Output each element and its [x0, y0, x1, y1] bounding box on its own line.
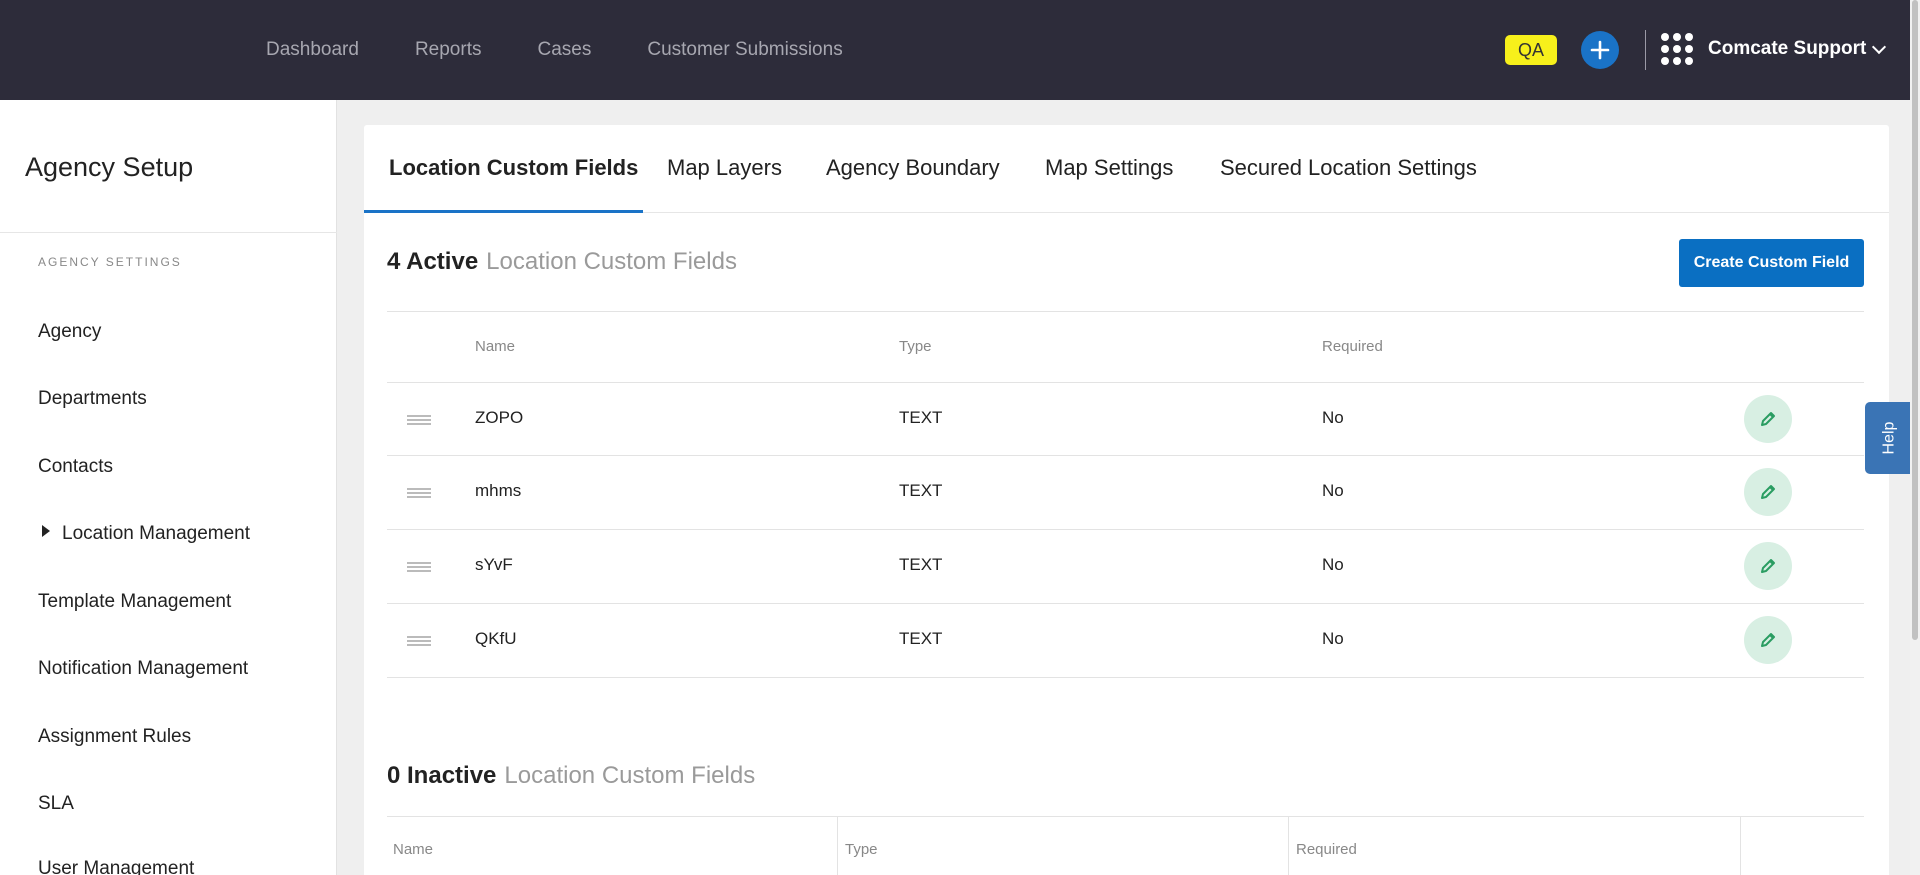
tab-secured-location-settings[interactable]: Secured Location Settings: [1220, 155, 1477, 181]
cell-name: sYvF: [475, 555, 513, 574]
edit-button[interactable]: [1744, 542, 1792, 590]
org-name: Comcate Support: [1708, 38, 1867, 59]
edit-button[interactable]: [1744, 395, 1792, 443]
sidebar-item-notification-management[interactable]: Notification Management: [38, 658, 248, 680]
column-header-name: Name: [475, 338, 516, 355]
nav-dashboard[interactable]: Dashboard: [266, 39, 359, 61]
column-divider: [1740, 817, 1741, 875]
edit-button[interactable]: [1744, 468, 1792, 516]
sidebar-divider: [0, 232, 337, 233]
sidebar-section-label: AGENCY SETTINGS: [38, 255, 182, 269]
cell-required: No: [1322, 629, 1344, 648]
table-top-border: [387, 311, 1864, 312]
cell-name: ZOPO: [475, 408, 524, 427]
table-row: ZOPO TEXT No: [387, 382, 1864, 456]
scrollbar-thumb[interactable]: [1912, 0, 1918, 640]
page-scrollbar[interactable]: [1910, 0, 1920, 875]
pencil-icon: [1761, 559, 1775, 573]
active-section-label: Location Custom Fields: [486, 248, 737, 275]
caret-right-icon: [42, 525, 50, 537]
inactive-section-heading: 0 Inactive Location Custom Fields: [387, 762, 755, 790]
inactive-count: 0 Inactive: [387, 762, 497, 789]
column-header-required: Required: [1322, 338, 1383, 355]
column-header-type: Type: [845, 841, 878, 858]
help-label: Help: [1880, 421, 1897, 455]
top-nav: Dashboard Reports Cases Customer Submiss…: [266, 0, 899, 100]
nav-customer-submissions[interactable]: Customer Submissions: [647, 39, 842, 61]
sidebar-item-template-management[interactable]: Template Management: [38, 591, 231, 613]
drag-handle-icon[interactable]: [407, 562, 431, 572]
tab-map-layers[interactable]: Map Layers: [667, 155, 782, 181]
column-divider: [837, 817, 838, 875]
apps-grid-icon[interactable]: [1661, 33, 1693, 65]
pencil-icon: [1761, 412, 1775, 426]
cell-required: No: [1322, 408, 1344, 427]
column-header-type: Type: [899, 338, 932, 355]
sidebar-item-agency[interactable]: Agency: [38, 321, 101, 343]
sidebar-title: Agency Setup: [25, 152, 194, 182]
drag-handle-icon[interactable]: [407, 636, 431, 646]
active-count: 4 Active: [387, 248, 479, 275]
inactive-section-label: Location Custom Fields: [504, 762, 756, 789]
top-bar: Dashboard Reports Cases Customer Submiss…: [0, 0, 1920, 100]
cell-required: No: [1322, 555, 1344, 574]
sidebar-item-departments[interactable]: Departments: [38, 388, 147, 410]
column-header-name: Name: [393, 841, 434, 858]
column-header-required: Required: [1296, 841, 1357, 858]
column-divider: [1288, 817, 1289, 875]
drag-handle-icon[interactable]: [407, 488, 431, 498]
drag-handle-icon[interactable]: [407, 415, 431, 425]
sidebar-item-user-management[interactable]: User Management: [38, 858, 194, 875]
cell-name: QKfU: [475, 629, 517, 648]
tab-bar: Location Custom Fields Map Layers Agency…: [364, 125, 1889, 213]
table-row: mhms TEXT No: [387, 455, 1864, 529]
help-button[interactable]: Help: [1865, 402, 1913, 474]
tab-map-settings[interactable]: Map Settings: [1045, 155, 1173, 181]
pencil-icon: [1761, 633, 1775, 647]
active-section-heading: 4 Active Location Custom Fields: [387, 248, 737, 276]
nav-cases[interactable]: Cases: [537, 39, 591, 61]
create-custom-field-button[interactable]: Create Custom Field: [1679, 239, 1864, 287]
active-tab-indicator: [364, 210, 643, 213]
tab-location-custom-fields[interactable]: Location Custom Fields: [389, 155, 638, 181]
cell-type: TEXT: [899, 555, 943, 574]
table-row: sYvF TEXT No: [387, 529, 1864, 603]
sidebar-item-assignment-rules[interactable]: Assignment Rules: [38, 726, 191, 748]
table-bottom-border: [387, 677, 1864, 678]
chevron-down-icon: [1872, 39, 1887, 55]
main-panel: Location Custom Fields Map Layers Agency…: [364, 125, 1889, 875]
cell-required: No: [1322, 481, 1344, 500]
sidebar-item-location-management[interactable]: Location Management: [42, 523, 250, 545]
sidebar-item-sla[interactable]: SLA: [38, 793, 74, 815]
plus-icon: [1590, 40, 1610, 60]
pencil-icon: [1761, 485, 1775, 499]
edit-button[interactable]: [1744, 616, 1792, 664]
cell-type: TEXT: [899, 408, 943, 427]
tab-agency-boundary[interactable]: Agency Boundary: [826, 155, 1000, 181]
cell-name: mhms: [475, 481, 522, 500]
sidebar: Agency Setup AGENCY SETTINGS Agency Depa…: [0, 100, 337, 875]
org-menu[interactable]: Comcate Support: [1708, 38, 1887, 60]
cell-type: TEXT: [899, 629, 943, 648]
cell-type: TEXT: [899, 481, 943, 500]
environment-badge: QA: [1505, 35, 1557, 65]
sidebar-item-label: Location Management: [62, 523, 251, 544]
add-button[interactable]: [1581, 31, 1619, 69]
table-row: QKfU TEXT No: [387, 603, 1864, 677]
inactive-table-header: Name Type Required: [387, 816, 1864, 875]
sidebar-item-contacts[interactable]: Contacts: [38, 456, 113, 478]
top-bar-divider: [1645, 30, 1646, 70]
nav-reports[interactable]: Reports: [415, 39, 482, 61]
